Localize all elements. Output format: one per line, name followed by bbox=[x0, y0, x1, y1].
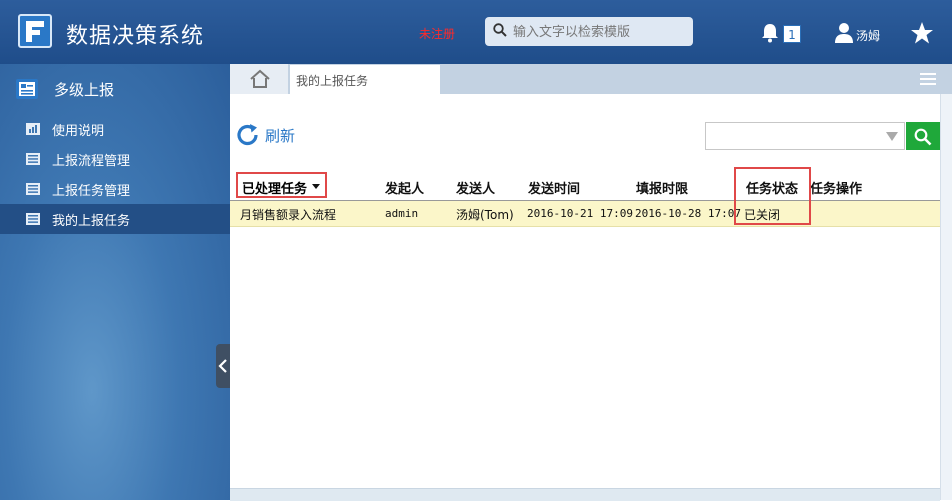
cell-task-name: 月销售额录入流程 bbox=[240, 208, 337, 222]
template-search[interactable] bbox=[485, 17, 693, 46]
bell-icon[interactable] bbox=[760, 23, 780, 43]
search-icon bbox=[914, 128, 932, 146]
search-icon bbox=[493, 23, 507, 37]
sidebar-heading[interactable]: 多级上报 bbox=[0, 64, 230, 112]
tab-home[interactable] bbox=[230, 64, 288, 94]
app-logo bbox=[18, 14, 52, 48]
processed-tasks-dropdown[interactable]: 已处理任务 bbox=[236, 172, 327, 198]
top-header: 数据决策系统 未注册 1 汤姆 bbox=[0, 0, 952, 64]
sidebar-item-instructions[interactable]: 使用说明 bbox=[0, 114, 230, 144]
menu-icon[interactable] bbox=[920, 72, 936, 86]
tab-bar: 我的上报任务 bbox=[230, 64, 952, 95]
sidebar-item-label: 使用说明 bbox=[52, 124, 105, 139]
star-icon[interactable] bbox=[910, 21, 934, 45]
column-header-task: 已处理任务 bbox=[242, 182, 308, 197]
cell-sender: 汤姆(Tom) bbox=[456, 208, 514, 222]
sidebar-item-label: 上报任务管理 bbox=[52, 184, 131, 199]
column-header-sender[interactable]: 发送人 bbox=[456, 178, 495, 197]
search-input[interactable] bbox=[511, 21, 687, 43]
status-highlight-box bbox=[734, 167, 811, 225]
column-header-sent-time[interactable]: 发送时间 bbox=[528, 178, 580, 197]
app-title: 数据决策系统 bbox=[66, 24, 205, 49]
unregistered-label[interactable]: 未注册 bbox=[419, 25, 455, 42]
column-header-initiator[interactable]: 发起人 bbox=[385, 178, 424, 197]
filter-input[interactable] bbox=[710, 127, 884, 147]
cell-sent-time: 2016-10-21 17:09 bbox=[527, 207, 633, 220]
column-header-deadline[interactable]: 填报时限 bbox=[636, 178, 688, 197]
table-row[interactable]: 月销售额录入流程 admin 汤姆(Tom) 2016-10-21 17:09 … bbox=[230, 201, 940, 227]
sidebar: 多级上报 使用说明 上报流程管理 上报任务管理 我的上报任务 bbox=[0, 64, 230, 500]
vertical-scrollbar[interactable] bbox=[940, 94, 952, 500]
sidebar-item-my-tasks[interactable]: 我的上报任务 bbox=[0, 204, 230, 234]
sidebar-collapse-button[interactable] bbox=[216, 344, 230, 388]
chart-doc-icon bbox=[26, 123, 40, 135]
cell-initiator: admin bbox=[385, 207, 419, 220]
column-header-operation[interactable]: 任务操作 bbox=[810, 178, 862, 197]
filter-select[interactable] bbox=[705, 122, 905, 150]
refresh-icon bbox=[237, 124, 258, 146]
dropdown-caret-icon[interactable] bbox=[886, 132, 898, 141]
sidebar-item-flow-management[interactable]: 上报流程管理 bbox=[0, 144, 230, 174]
tab-my-tasks[interactable]: 我的上报任务 bbox=[290, 64, 440, 95]
user-icon[interactable] bbox=[834, 22, 854, 44]
list-doc-icon bbox=[26, 213, 40, 225]
main-content: 我的上报任务 刷新 已处理任务 发起人 发送人 发送时间 填报时限 任务状态 任… bbox=[230, 64, 952, 501]
sidebar-heading-label: 多级上报 bbox=[54, 81, 115, 99]
sidebar-item-label: 我的上报任务 bbox=[52, 214, 131, 229]
table-header: 已处理任务 发起人 发送人 发送时间 填报时限 任务状态 任务操作 bbox=[230, 172, 940, 201]
cell-deadline: 2016-10-28 17:07 bbox=[635, 207, 741, 220]
notification-badge[interactable]: 1 bbox=[783, 25, 801, 43]
report-module-icon bbox=[16, 79, 38, 99]
caret-down-icon bbox=[312, 184, 320, 189]
horizontal-scrollbar[interactable] bbox=[230, 488, 940, 501]
chevron-left-icon bbox=[218, 359, 227, 373]
sidebar-item-task-management[interactable]: 上报任务管理 bbox=[0, 174, 230, 204]
tab-label: 我的上报任务 bbox=[296, 74, 369, 88]
list-doc-icon bbox=[26, 183, 40, 195]
username[interactable]: 汤姆 bbox=[856, 27, 880, 44]
filter-search-button[interactable] bbox=[906, 122, 940, 150]
refresh-label: 刷新 bbox=[265, 127, 296, 145]
home-icon bbox=[250, 69, 270, 88]
sidebar-item-label: 上报流程管理 bbox=[52, 154, 131, 169]
list-doc-icon bbox=[26, 153, 40, 165]
